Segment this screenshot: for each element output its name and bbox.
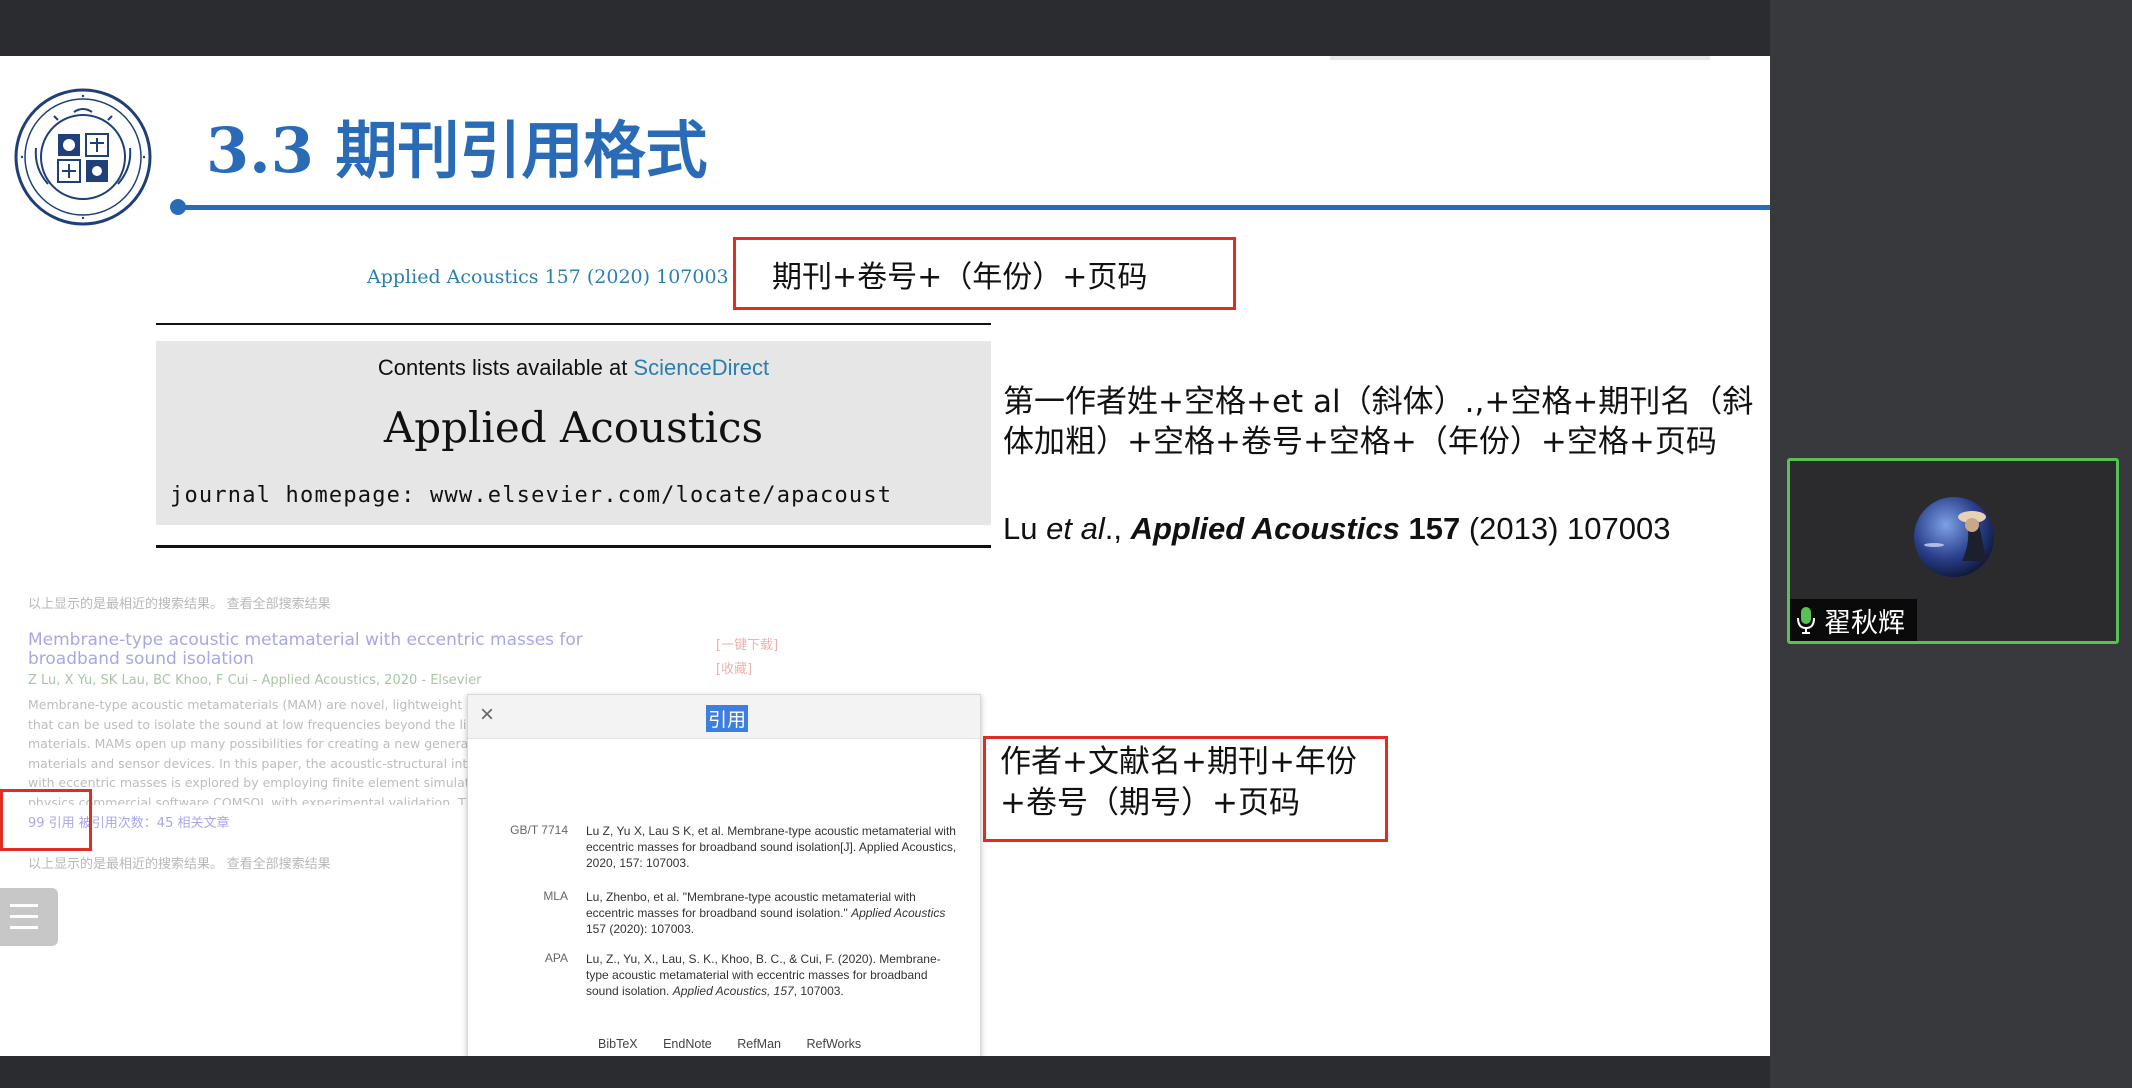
cite-popup: × 引用 GB/T 7714 Lu Z, Yu X, Lau S K, et a… — [467, 694, 981, 1056]
export-refman-link[interactable]: RefMan — [737, 1037, 781, 1051]
annotation-journal-format: 期刊+卷号+（年份）+页码 — [772, 260, 1148, 295]
result-snippet: Membrane-type acoustic metamaterials (MA… — [28, 697, 468, 805]
result-authors: Z Lu, X Yu, SK Lau, BC Khoo, F Cui - App… — [28, 673, 482, 688]
participant-name-tag: 翟秋辉 — [1790, 599, 1917, 641]
cite-export-links: BibTeX EndNote RefMan RefWorks — [598, 1037, 883, 1051]
journal-homepage: journal homepage: www.elsevier.com/locat… — [170, 483, 893, 508]
journal-top-rule — [156, 323, 991, 325]
slide-title: 3.3 期刊引用格式 — [206, 114, 708, 187]
cite-text[interactable]: Lu, Zhenbo, et al. "Membrane-type acoust… — [586, 889, 958, 937]
result-title-link[interactable]: Membrane-type acoustic metamaterial with… — [28, 631, 608, 669]
export-refworks-link[interactable]: RefWorks — [807, 1037, 862, 1051]
journal-name: Applied Acoustics — [383, 403, 764, 452]
avatar-image — [1914, 497, 1994, 577]
slide-top-sliver — [1330, 56, 1710, 60]
top-bar — [0, 0, 1770, 56]
journal-bottom-rule — [156, 545, 991, 548]
close-icon[interactable]: × — [480, 701, 494, 729]
favorite-link[interactable]: [收藏] — [716, 658, 778, 682]
participant-tile[interactable]: 翟秋辉 — [1787, 458, 2119, 644]
microphone-icon — [1797, 607, 1815, 634]
cite-label: GB/T 7714 — [510, 823, 568, 837]
cite-label: APA — [544, 951, 568, 965]
cite-text[interactable]: Lu, Z., Yu, X., Lau, S. K., Khoo, B. C.,… — [586, 951, 958, 999]
presentation-slide: 3.3 期刊引用格式 Applied Acoustics 157 (2020) … — [0, 56, 1770, 1056]
search-note-top: 以上显示的是最相近的搜索结果。 查看全部搜索结果 — [28, 596, 331, 611]
cite-text[interactable]: Lu Z, Yu X, Lau S K, et al. Membrane-typ… — [586, 823, 958, 871]
university-seal-logo — [14, 88, 152, 226]
export-bibtex-link[interactable]: BibTeX — [598, 1037, 638, 1051]
cite-label: MLA — [543, 889, 568, 903]
cite-popup-header: × 引用 — [468, 695, 980, 739]
annotation-citation-format: 作者+文献名+期刊+年份 +卷号（期号）+页码 — [1000, 744, 1357, 821]
cite-popup-title: 引用 — [706, 705, 749, 732]
title-rule — [176, 205, 1770, 210]
result-side-links: [一键下载] [收藏] — [716, 634, 778, 682]
journal-header-box: Contents lists available at ScienceDirec… — [156, 341, 991, 525]
export-endnote-link[interactable]: EndNote — [663, 1037, 712, 1051]
list-menu-icon[interactable] — [0, 888, 58, 946]
sciencedirect-link: ScienceDirect — [633, 355, 770, 380]
bottom-bar — [0, 1056, 1770, 1088]
contents-line: Contents lists available at ScienceDirec… — [377, 355, 770, 380]
journal-citation-line: Applied Acoustics 157 (2020) 107003 — [367, 266, 729, 288]
format-description: 第一作者姓+空格+et al（斜体）.,+空格+期刊名（斜体加粗）+空格+卷号+… — [1003, 384, 1754, 460]
download-link[interactable]: [一键下载] — [716, 634, 778, 658]
search-note-bottom: 以上显示的是最相近的搜索结果。 查看全部搜索结果 — [28, 856, 331, 871]
format-example: Lu et al., Applied Acoustics 157 (2013) … — [1003, 511, 1671, 546]
participant-name: 翟秋辉 — [1824, 607, 1905, 639]
annotation-box-cite-button — [0, 789, 92, 851]
